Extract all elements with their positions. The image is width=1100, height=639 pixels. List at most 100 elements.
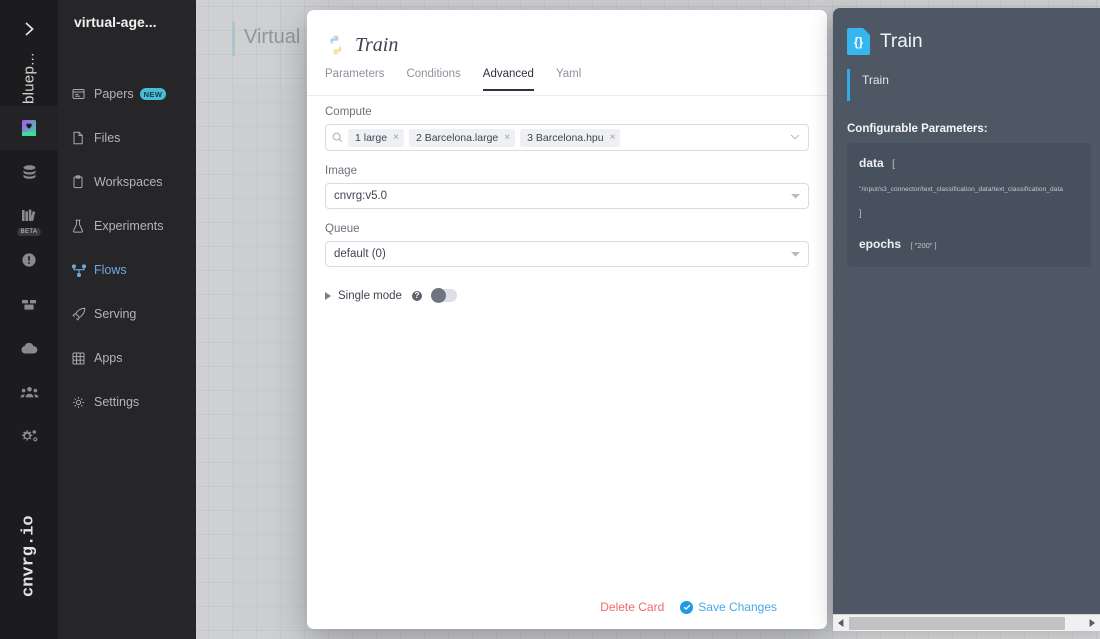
gear-icon <box>72 396 94 409</box>
app-root: bluep... BETA cnvrg.io virtual-age... Pa… <box>0 0 1100 639</box>
sidebar-item-label: Experiments <box>94 219 164 233</box>
sidebar-item-label: Flows <box>94 263 127 277</box>
papers-icon <box>72 88 94 100</box>
delete-card-button[interactable]: Delete Card <box>600 600 664 614</box>
image-value: cnvrg:v5.0 <box>334 190 388 202</box>
flow-branch-icon <box>72 263 94 277</box>
compute-chip-label: 1 large <box>355 131 388 144</box>
single-mode-label: Single mode <box>338 289 402 302</box>
param-path-value: "/input/s3_connector/text_classification… <box>859 186 1064 193</box>
database-icon[interactable] <box>0 150 58 194</box>
cloud-icon[interactable] <box>0 326 58 370</box>
cnvrg-brand: cnvrg.io <box>19 515 39 597</box>
alert-circle-icon[interactable] <box>0 238 58 282</box>
param-data-row: data [ <box>859 154 1091 172</box>
tab-parameters[interactable]: Parameters <box>325 68 384 91</box>
sidebar-item-workspaces[interactable]: Workspaces <box>58 160 196 204</box>
card-settings-modal: Train Parameters Conditions Advanced Yam… <box>307 10 827 629</box>
rail-icon-list: BETA <box>0 106 58 458</box>
triangle-right-icon[interactable] <box>325 291 331 300</box>
project-title: virtual-age... <box>74 14 157 30</box>
toggle-knob <box>430 288 446 303</box>
check-circle-icon <box>680 600 694 614</box>
single-mode-toggle[interactable] <box>430 288 457 303</box>
queue-value: default (0) <box>334 248 386 260</box>
image-field: Image cnvrg:v5.0 <box>325 165 809 209</box>
param-open-bracket: [ <box>892 159 895 170</box>
search-icon <box>332 132 343 143</box>
sidebar-item-serving[interactable]: Serving <box>58 292 196 336</box>
compute-chip[interactable]: 3 Barcelona.hpu × <box>520 128 621 147</box>
compute-label: Compute <box>325 106 372 118</box>
sidebar-item-label: Papers <box>94 87 134 101</box>
grid-apps-icon <box>72 352 94 365</box>
param-key: epochs <box>859 237 902 251</box>
compute-select[interactable]: 1 large × 2 Barcelona.large × 3 Barcelon… <box>325 124 809 151</box>
chevron-right-icon[interactable] <box>0 14 58 44</box>
queue-select[interactable]: default (0) <box>325 241 809 267</box>
chip-remove-icon[interactable]: × <box>610 132 616 143</box>
file-icon <box>72 131 94 145</box>
modal-header: Train <box>307 10 827 68</box>
info-panel-subtitle: Train <box>847 69 1100 101</box>
package-boxes-icon[interactable] <box>0 282 58 326</box>
blueprint-vertical-label: bluep... <box>20 52 38 104</box>
scroll-left-arrow-icon[interactable] <box>833 615 849 632</box>
compute-field: Compute 1 large × 2 Barcelona.large × 3 … <box>325 106 809 151</box>
book-project-icon[interactable] <box>0 106 58 150</box>
sidebar-item-experiments[interactable]: Experiments <box>58 204 196 248</box>
chip-remove-icon[interactable]: × <box>393 132 399 143</box>
help-icon[interactable]: ? <box>411 290 422 301</box>
tab-conditions[interactable]: Conditions <box>406 68 460 91</box>
sidebar-item-label: Apps <box>94 351 123 365</box>
sidebar-item-papers[interactable]: Papers NEW <box>58 72 196 116</box>
gears-settings-icon[interactable] <box>0 414 58 458</box>
sidebar-item-files[interactable]: Files <box>58 116 196 160</box>
sidebar-item-label: Workspaces <box>94 175 163 189</box>
nav-list: Papers NEW Files Workspaces Experiments … <box>58 72 196 424</box>
chevron-down-icon[interactable] <box>790 133 800 142</box>
sidebar-item-flows[interactable]: Flows <box>58 248 196 292</box>
sidebar-item-label: Serving <box>94 307 137 321</box>
queue-field: Queue default (0) <box>325 223 809 267</box>
sidebar-item-apps[interactable]: Apps <box>58 336 196 380</box>
save-changes-label: Save Changes <box>698 600 777 614</box>
modal-title: Train <box>355 34 399 56</box>
info-panel-title: Train <box>880 30 923 52</box>
compute-chip-label: 3 Barcelona.hpu <box>527 131 604 144</box>
compute-chip-label: 2 Barcelona.large <box>415 131 499 144</box>
param-epochs-row: epochs [ "200" ] <box>859 235 1091 253</box>
chevron-down-icon[interactable] <box>791 250 800 259</box>
info-panel-header: {} Train <box>833 8 1100 55</box>
chevron-down-icon[interactable] <box>791 192 800 201</box>
sidebar-item-settings[interactable]: Settings <box>58 380 196 424</box>
param-value: [ "200" ] <box>910 241 937 250</box>
python-icon <box>325 34 347 61</box>
image-select[interactable]: cnvrg:v5.0 <box>325 183 809 209</box>
param-key: data <box>859 156 884 170</box>
single-mode-row: Single mode ? <box>325 288 809 303</box>
tab-yaml[interactable]: Yaml <box>556 68 581 91</box>
compute-chip[interactable]: 2 Barcelona.large × <box>408 128 516 147</box>
clipboard-icon <box>72 175 94 189</box>
flask-icon <box>72 219 94 233</box>
sidebar-item-label: Files <box>94 131 121 145</box>
icon-rail: bluep... BETA cnvrg.io <box>0 0 58 639</box>
users-group-icon[interactable] <box>0 370 58 414</box>
library-books-icon[interactable]: BETA <box>0 194 58 238</box>
info-panel-hscrollbar[interactable] <box>833 614 1100 631</box>
rocket-icon <box>72 307 94 321</box>
compute-chip[interactable]: 1 large × <box>348 128 404 147</box>
chip-remove-icon[interactable]: × <box>504 132 510 143</box>
tab-advanced[interactable]: Advanced <box>482 68 534 91</box>
sidebar-nav: virtual-age... Papers NEW Files Workspac… <box>58 0 196 639</box>
hscroll-thumb[interactable] <box>849 616 1065 630</box>
sidebar-item-label: Settings <box>94 395 140 409</box>
json-braces-icon: {} <box>847 28 870 55</box>
hscroll-track[interactable] <box>849 615 1084 632</box>
save-changes-button[interactable]: Save Changes <box>680 600 777 614</box>
queue-label: Queue <box>325 223 360 235</box>
modal-tabs: Parameters Conditions Advanced Yaml <box>307 68 827 96</box>
beta-tag: BETA <box>17 228 41 236</box>
scroll-right-arrow-icon[interactable] <box>1084 615 1100 632</box>
